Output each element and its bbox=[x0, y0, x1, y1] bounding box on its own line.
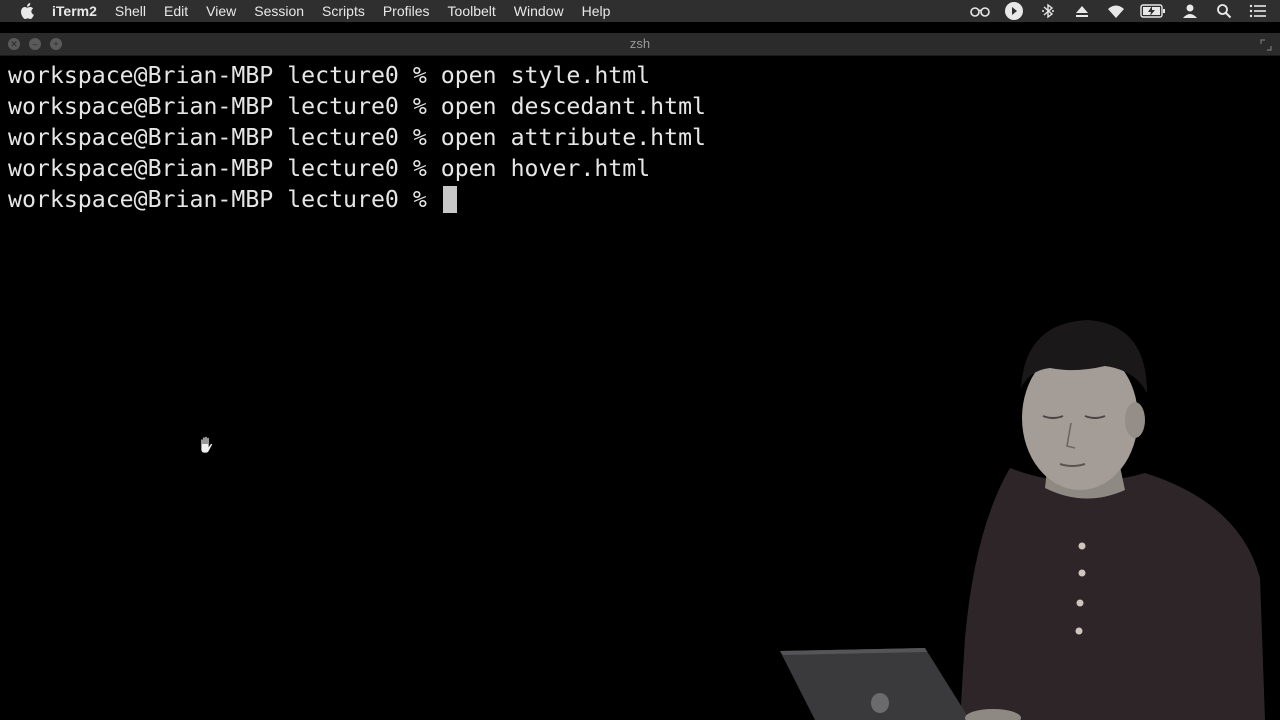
command: open style.html bbox=[440, 62, 651, 89]
menu-scripts[interactable]: Scripts bbox=[313, 0, 374, 22]
speaker-torso bbox=[960, 468, 1265, 720]
hand-pointer-icon bbox=[200, 436, 213, 454]
prompt: workspace@Brian-MBP lecture0 % bbox=[8, 124, 441, 151]
text-cursor bbox=[442, 186, 457, 213]
terminal-line: workspace@Brian-MBP lecture0 % open attr… bbox=[8, 122, 706, 153]
menu-shell[interactable]: Shell bbox=[106, 0, 155, 22]
menu-window[interactable]: Window bbox=[505, 0, 573, 22]
status-area bbox=[970, 0, 1268, 22]
terminal-input-line[interactable]: workspace@Brian-MBP lecture0 % bbox=[8, 184, 706, 215]
window-title: zsh bbox=[629, 36, 651, 51]
laptop-logo bbox=[871, 693, 889, 713]
menu-view[interactable]: View bbox=[197, 0, 245, 22]
command: open hover.html bbox=[440, 155, 651, 182]
list-icon[interactable] bbox=[1248, 0, 1268, 22]
fullscreen-button[interactable] bbox=[1260, 38, 1272, 51]
menu-edit[interactable]: Edit bbox=[155, 0, 197, 22]
window-titlebar[interactable]: ✕ – + zsh bbox=[0, 33, 1280, 56]
wifi-icon[interactable] bbox=[1106, 0, 1126, 22]
terminal-output: workspace@Brian-MBP lecture0 % open styl… bbox=[8, 60, 706, 215]
menu-app-name[interactable]: iTerm2 bbox=[52, 0, 106, 22]
terminal-line: workspace@Brian-MBP lecture0 % open desc… bbox=[8, 91, 706, 122]
prompt: workspace@Brian-MBP lecture0 % bbox=[8, 93, 441, 120]
menu-toolbelt[interactable]: Toolbelt bbox=[439, 0, 505, 22]
menu-help[interactable]: Help bbox=[573, 0, 620, 22]
fullscreen-icon bbox=[1260, 39, 1272, 51]
menu-bar: iTerm2 Shell Edit View Session Scripts P… bbox=[0, 0, 1280, 22]
prompt: workspace@Brian-MBP lecture0 % bbox=[8, 62, 441, 89]
prompt: workspace@Brian-MBP lecture0 % bbox=[8, 155, 441, 182]
command: open descedant.html bbox=[440, 93, 707, 120]
apple-menu-icon[interactable] bbox=[18, 3, 36, 19]
terminal-line: workspace@Brian-MBP lecture0 % open hove… bbox=[8, 153, 706, 184]
battery-icon[interactable] bbox=[1140, 0, 1166, 22]
command: open attribute.html bbox=[440, 124, 707, 151]
eject-icon[interactable] bbox=[1072, 0, 1092, 22]
menu-profiles[interactable]: Profiles bbox=[374, 0, 439, 22]
user-icon[interactable] bbox=[1180, 0, 1200, 22]
speaker-video-overlay bbox=[780, 320, 1265, 720]
menu-session[interactable]: Session bbox=[245, 0, 313, 22]
bluetooth-icon[interactable] bbox=[1038, 0, 1058, 22]
search-icon[interactable] bbox=[1214, 0, 1234, 22]
glasses-icon[interactable] bbox=[970, 0, 990, 22]
current-prompt: workspace@Brian-MBP lecture0 % bbox=[8, 186, 441, 213]
play-icon[interactable] bbox=[1004, 0, 1024, 22]
terminal-line: workspace@Brian-MBP lecture0 % open styl… bbox=[8, 60, 706, 91]
